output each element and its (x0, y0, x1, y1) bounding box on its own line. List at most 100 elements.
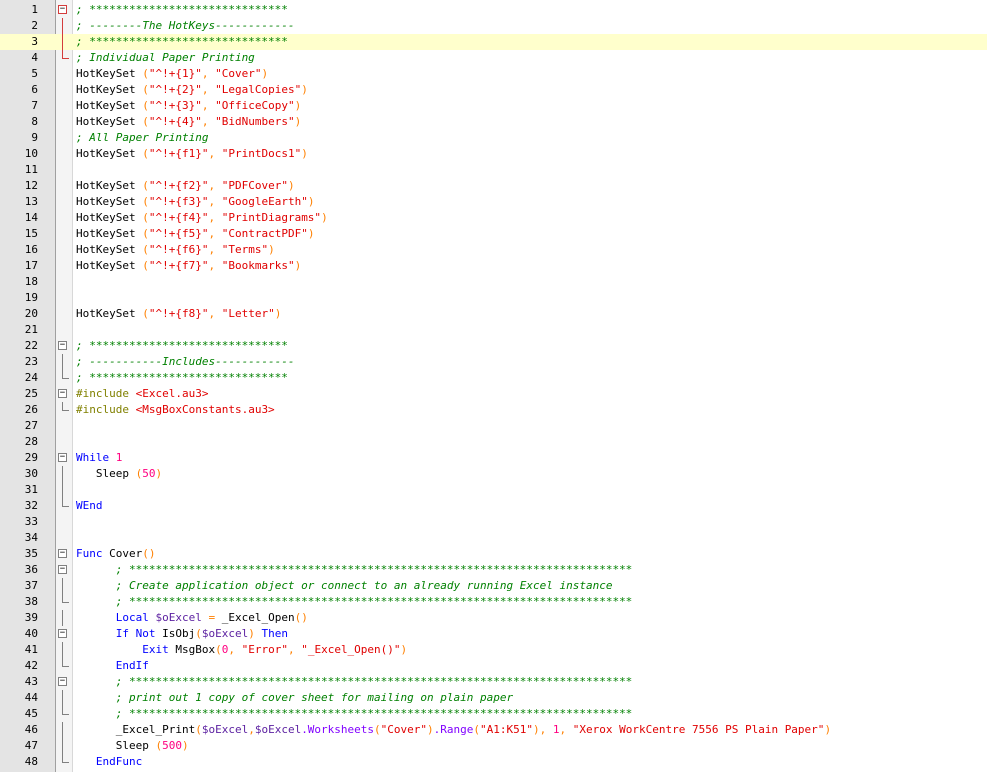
code-line[interactable]: 19 (0, 290, 987, 306)
code-line[interactable]: 29 − While 1 (0, 450, 987, 466)
code-line[interactable]: 11 (0, 162, 987, 178)
code-line[interactable]: 43 − ; **********************************… (0, 674, 987, 690)
code-line[interactable]: 5 HotKeySet ("^!+{1}", "Cover") (0, 66, 987, 82)
code-line[interactable]: 37 ; Create application object or connec… (0, 578, 987, 594)
code-line[interactable]: 44 ; print out 1 copy of cover sheet for… (0, 690, 987, 706)
code-text: ; All Paper Printing (76, 131, 209, 144)
code-line[interactable]: 7 HotKeySet ("^!+{3}", "OfficeCopy") (0, 98, 987, 114)
code-line[interactable]: 46 _Excel_Print($oExcel,$oExcel.Workshee… (0, 722, 987, 738)
fold-collapse-icon[interactable]: − (58, 341, 67, 350)
code-line[interactable]: 8 HotKeySet ("^!+{4}", "BidNumbers") (0, 114, 987, 130)
line-number: 30 (24, 467, 38, 480)
code-line[interactable]: 32 WEnd (0, 498, 987, 514)
fold-collapse-icon[interactable]: − (58, 565, 67, 574)
code-line[interactable]: 28 (0, 434, 987, 450)
code-line[interactable]: 47 Sleep (500) (0, 738, 987, 754)
code-line[interactable]: 35 − Func Cover() (0, 546, 987, 562)
code-line[interactable]: 21 (0, 322, 987, 338)
code-line[interactable]: 24 ; ****************************** (0, 370, 987, 386)
line-number: 3 (31, 35, 38, 48)
code-text: ; ****************************** (76, 35, 288, 48)
code-text: HotKeySet ("^!+{3}", "OfficeCopy") (76, 99, 302, 112)
code-line[interactable]: 33 (0, 514, 987, 530)
code-lines[interactable]: 1−; ****************************** 2; ---… (0, 2, 987, 770)
code-line[interactable]: 2 ; --------The HotKeys------------ (0, 18, 987, 34)
fold-end-marker (62, 594, 69, 603)
code-line[interactable]: 48 EndFunc (0, 754, 987, 770)
code-text: Local $oExcel = _Excel_Open() (115, 611, 308, 624)
code-line[interactable]: 25 − #include <Excel.au3> (0, 386, 987, 402)
code-text: Sleep (50) (76, 467, 163, 480)
line-number: 22 (24, 339, 38, 352)
line-number: 20 (24, 307, 38, 320)
code-line[interactable]: 3 ; ****************************** (0, 34, 987, 50)
code-line[interactable]: 12 HotKeySet ("^!+{f2}", "PDFCover") (0, 178, 987, 194)
code-line[interactable]: 30 Sleep (50) (0, 466, 987, 482)
code-line[interactable]: 10 HotKeySet ("^!+{f1}", "PrintDocs1") (0, 146, 987, 162)
code-line[interactable]: 40 − If Not IsObj($oExcel) Then (0, 626, 987, 642)
code-line[interactable]: 16 HotKeySet ("^!+{f6}", "Terms") (0, 242, 987, 258)
code-line[interactable]: 6 HotKeySet ("^!+{2}", "LegalCopies") (0, 82, 987, 98)
line-number: 14 (24, 211, 38, 224)
line-number: 12 (24, 179, 38, 192)
fold-collapse-icon[interactable]: − (58, 549, 67, 558)
code-text: _Excel_Print($oExcel,$oExcel.Worksheets(… (76, 723, 832, 736)
code-line[interactable]: 13 HotKeySet ("^!+{f3}", "GoogleEarth") (0, 194, 987, 210)
code-text: ; ****************************** (76, 339, 288, 352)
code-line[interactable]: 23 ; -----------Includes------------ (0, 354, 987, 370)
fold-line (62, 738, 63, 754)
code-line[interactable]: 15 HotKeySet ("^!+{f5}", "ContractPDF") (0, 226, 987, 242)
code-line[interactable]: 36 − ; **********************************… (0, 562, 987, 578)
code-text: HotKeySet ("^!+{f2}", "PDFCover") (76, 179, 295, 192)
code-line[interactable]: 39 Local $oExcel = _Excel_Open() (0, 610, 987, 626)
code-line[interactable]: 38 ; ***********************************… (0, 594, 987, 610)
fold-line (62, 578, 63, 594)
code-text: #include <MsgBoxConstants.au3> (76, 403, 275, 416)
line-number: 29 (24, 451, 38, 464)
code-text: If Not IsObj($oExcel) Then (115, 627, 288, 640)
line-number: 37 (24, 579, 38, 592)
code-line[interactable]: 31 (0, 482, 987, 498)
fold-collapse-icon[interactable]: − (58, 453, 67, 462)
fold-end-marker (62, 370, 69, 379)
line-number: 41 (24, 643, 38, 656)
line-number: 23 (24, 355, 38, 368)
code-editor[interactable]: 1−; ****************************** 2; ---… (0, 0, 987, 772)
code-text: While 1 (76, 451, 123, 464)
code-line[interactable]: 34 (0, 530, 987, 546)
code-line[interactable]: 1 −; ****************************** (0, 2, 987, 18)
code-text: WEnd (76, 499, 103, 512)
line-number: 18 (24, 275, 38, 288)
fold-collapse-icon[interactable]: − (58, 629, 67, 638)
fold-end-marker (62, 402, 69, 411)
code-line[interactable]: 18 (0, 274, 987, 290)
code-line[interactable]: 22 −; ****************************** (0, 338, 987, 354)
line-number: 13 (24, 195, 38, 208)
code-text: ; ****************************** (76, 3, 288, 16)
fold-collapse-icon[interactable]: − (58, 5, 67, 14)
code-text: ; **************************************… (115, 595, 633, 608)
line-number: 4 (31, 51, 38, 64)
code-text: EndFunc (95, 755, 143, 768)
code-line[interactable]: 41 Exit MsgBox(0, "Error", "_Excel_Open(… (0, 642, 987, 658)
code-line[interactable]: 9 ; All Paper Printing (0, 130, 987, 146)
fold-line (62, 642, 63, 658)
code-text: HotKeySet ("^!+{f1}", "PrintDocs1") (76, 147, 308, 160)
code-line[interactable]: 20 HotKeySet ("^!+{f8}", "Letter") (0, 306, 987, 322)
code-line[interactable]: 26 #include <MsgBoxConstants.au3> (0, 402, 987, 418)
code-line[interactable]: 27 (0, 418, 987, 434)
code-line[interactable]: 42 EndIf (0, 658, 987, 674)
code-line[interactable]: 17 HotKeySet ("^!+{f7}", "Bookmarks") (0, 258, 987, 274)
line-number: 39 (24, 611, 38, 624)
code-text: HotKeySet ("^!+{4}", "BidNumbers") (76, 115, 302, 128)
fold-collapse-icon[interactable]: − (58, 677, 67, 686)
fold-collapse-icon[interactable]: − (58, 389, 67, 398)
line-number: 40 (24, 627, 38, 640)
line-number: 27 (24, 419, 38, 432)
code-line[interactable]: 14 HotKeySet ("^!+{f4}", "PrintDiagrams") (0, 210, 987, 226)
line-number: 2 (31, 19, 38, 32)
code-line[interactable]: 4 ; Individual Paper Printing (0, 50, 987, 66)
line-number: 36 (24, 563, 38, 576)
code-line[interactable]: 45 ; ***********************************… (0, 706, 987, 722)
code-text: HotKeySet ("^!+{2}", "LegalCopies") (76, 83, 308, 96)
